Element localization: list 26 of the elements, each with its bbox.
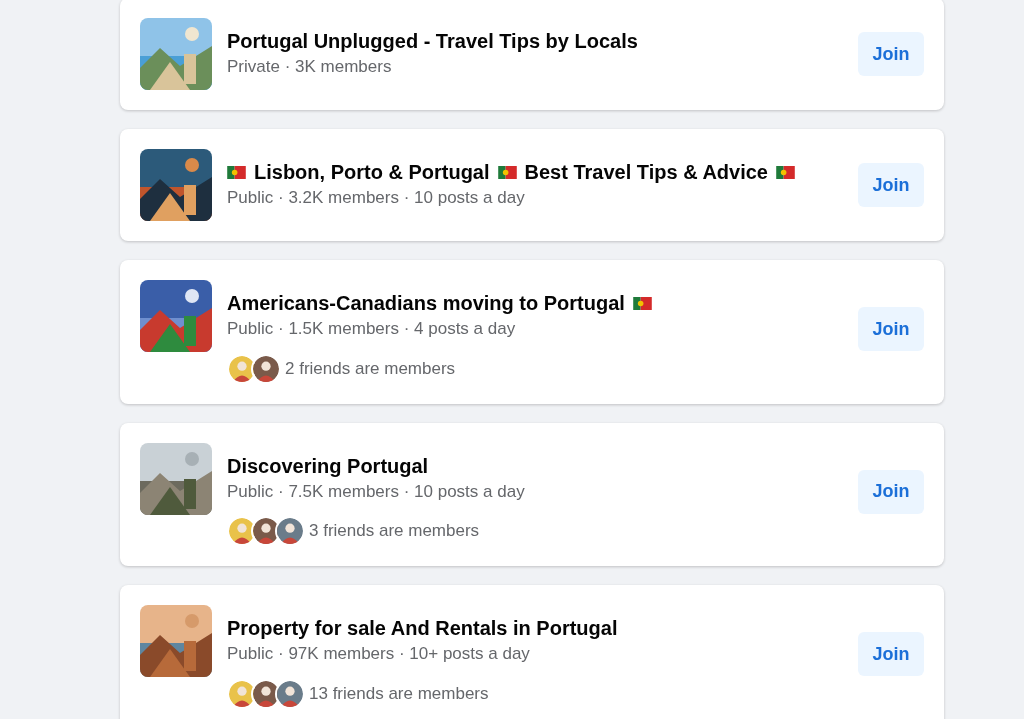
flag-icon (776, 165, 795, 179)
group-title[interactable]: Portugal Unplugged - Travel Tips by Locals (227, 26, 638, 56)
avatar (275, 678, 305, 709)
group-meta: Public · 7.5K members · 10 posts a day (227, 480, 526, 503)
join-button[interactable]: Join (858, 163, 924, 207)
join-button[interactable]: Join (858, 32, 924, 76)
friends-text: 13 friends are members (309, 682, 489, 705)
group-meta: Public · 3.2K members · 10 posts a day (227, 187, 526, 209)
group-meta: Public · 97K members · 10+ posts a day (227, 643, 531, 665)
group-title[interactable]: Discovering Portugal (227, 450, 429, 481)
flag-icon (227, 165, 246, 179)
avatar (275, 516, 305, 546)
flag-icon (497, 165, 517, 179)
join-button[interactable]: Join (858, 307, 924, 351)
avatar (251, 353, 281, 384)
group-title[interactable]: Lisbon, Porto & Portugal (254, 157, 490, 187)
group-title[interactable]: Property for sale And Rentals in Portugal (227, 613, 618, 643)
join-button[interactable]: Join (858, 469, 924, 514)
friends-text: 2 friends are members (285, 357, 456, 380)
group-meta: Private · 3K members (227, 56, 393, 78)
group-meta: Public · 1.5K members · 4 posts a day (227, 318, 517, 340)
flag-icon (632, 296, 652, 310)
join-button[interactable]: Join (858, 632, 924, 676)
group-title[interactable]: Best Travel Tips & Advice (524, 157, 768, 187)
friends-text: 3 friends are members (309, 520, 480, 543)
group-title[interactable]: Americans-Canadians moving to Portugal (227, 288, 625, 318)
